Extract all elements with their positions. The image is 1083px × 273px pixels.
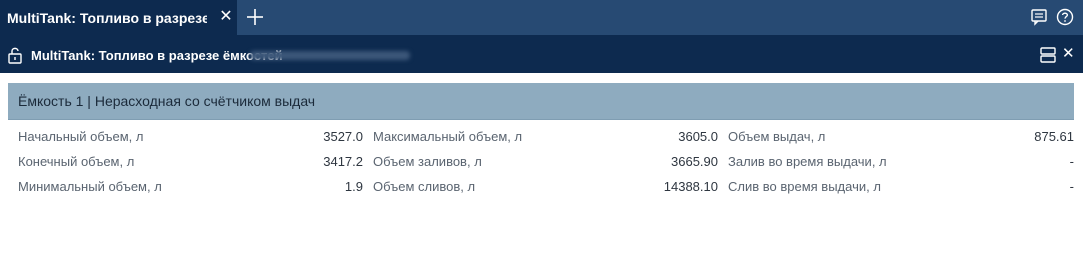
tab-title: MultiTank: Топливо в разрезе ёмко...	[7, 9, 207, 26]
value-dispense-volume: 875.61	[1034, 129, 1074, 144]
label-min-volume: Минимальный объем, л	[18, 179, 162, 194]
label-initial-volume: Начальный объем, л	[18, 129, 144, 144]
chat-icon[interactable]	[1030, 8, 1048, 26]
label-drain-volume: Объем сливов, л	[373, 179, 476, 194]
label-dispense-volume: Объем выдач, л	[728, 129, 826, 144]
tab-multitank[interactable]: MultiTank: Топливо в разрезе ёмко...	[0, 0, 237, 35]
value-final-volume: 3417.2	[323, 154, 363, 169]
layout-icon[interactable]	[1039, 46, 1057, 64]
unlock-icon[interactable]	[7, 46, 23, 64]
value-drain-during-dispense: -	[1069, 179, 1074, 194]
value-fill-during-dispense: -	[1069, 154, 1074, 169]
value-initial-volume: 3527.0	[323, 129, 363, 144]
plus-icon[interactable]	[245, 7, 265, 27]
value-drain-volume: 14388.10	[663, 179, 718, 194]
window-title: MultiTank: Топливо в разрезе ёмкостей	[31, 48, 283, 63]
close-icon[interactable]: ✕	[1062, 46, 1076, 62]
section-title: Ёмкость 1 | Нерасходная со счётчиком выд…	[18, 93, 316, 109]
label-fill-volume: Объем заливов, л	[373, 154, 482, 169]
label-final-volume: Конечный объем, л	[18, 154, 135, 169]
help-icon[interactable]	[1056, 8, 1074, 26]
value-max-volume: 3605.0	[678, 129, 718, 144]
label-max-volume: Максимальный объем, л	[373, 129, 523, 144]
value-min-volume: 1.9	[344, 179, 363, 194]
section-header: Ёмкость 1 | Нерасходная со счётчиком выд…	[8, 83, 1074, 120]
label-drain-during-dispense: Слив во время выдачи, л	[728, 179, 881, 194]
blurred-text	[250, 51, 410, 60]
label-fill-during-dispense: Залив во время выдачи, л	[728, 154, 887, 169]
value-fill-volume: 3665.90	[671, 154, 718, 169]
tab-close-icon[interactable]: ✕	[218, 9, 234, 25]
